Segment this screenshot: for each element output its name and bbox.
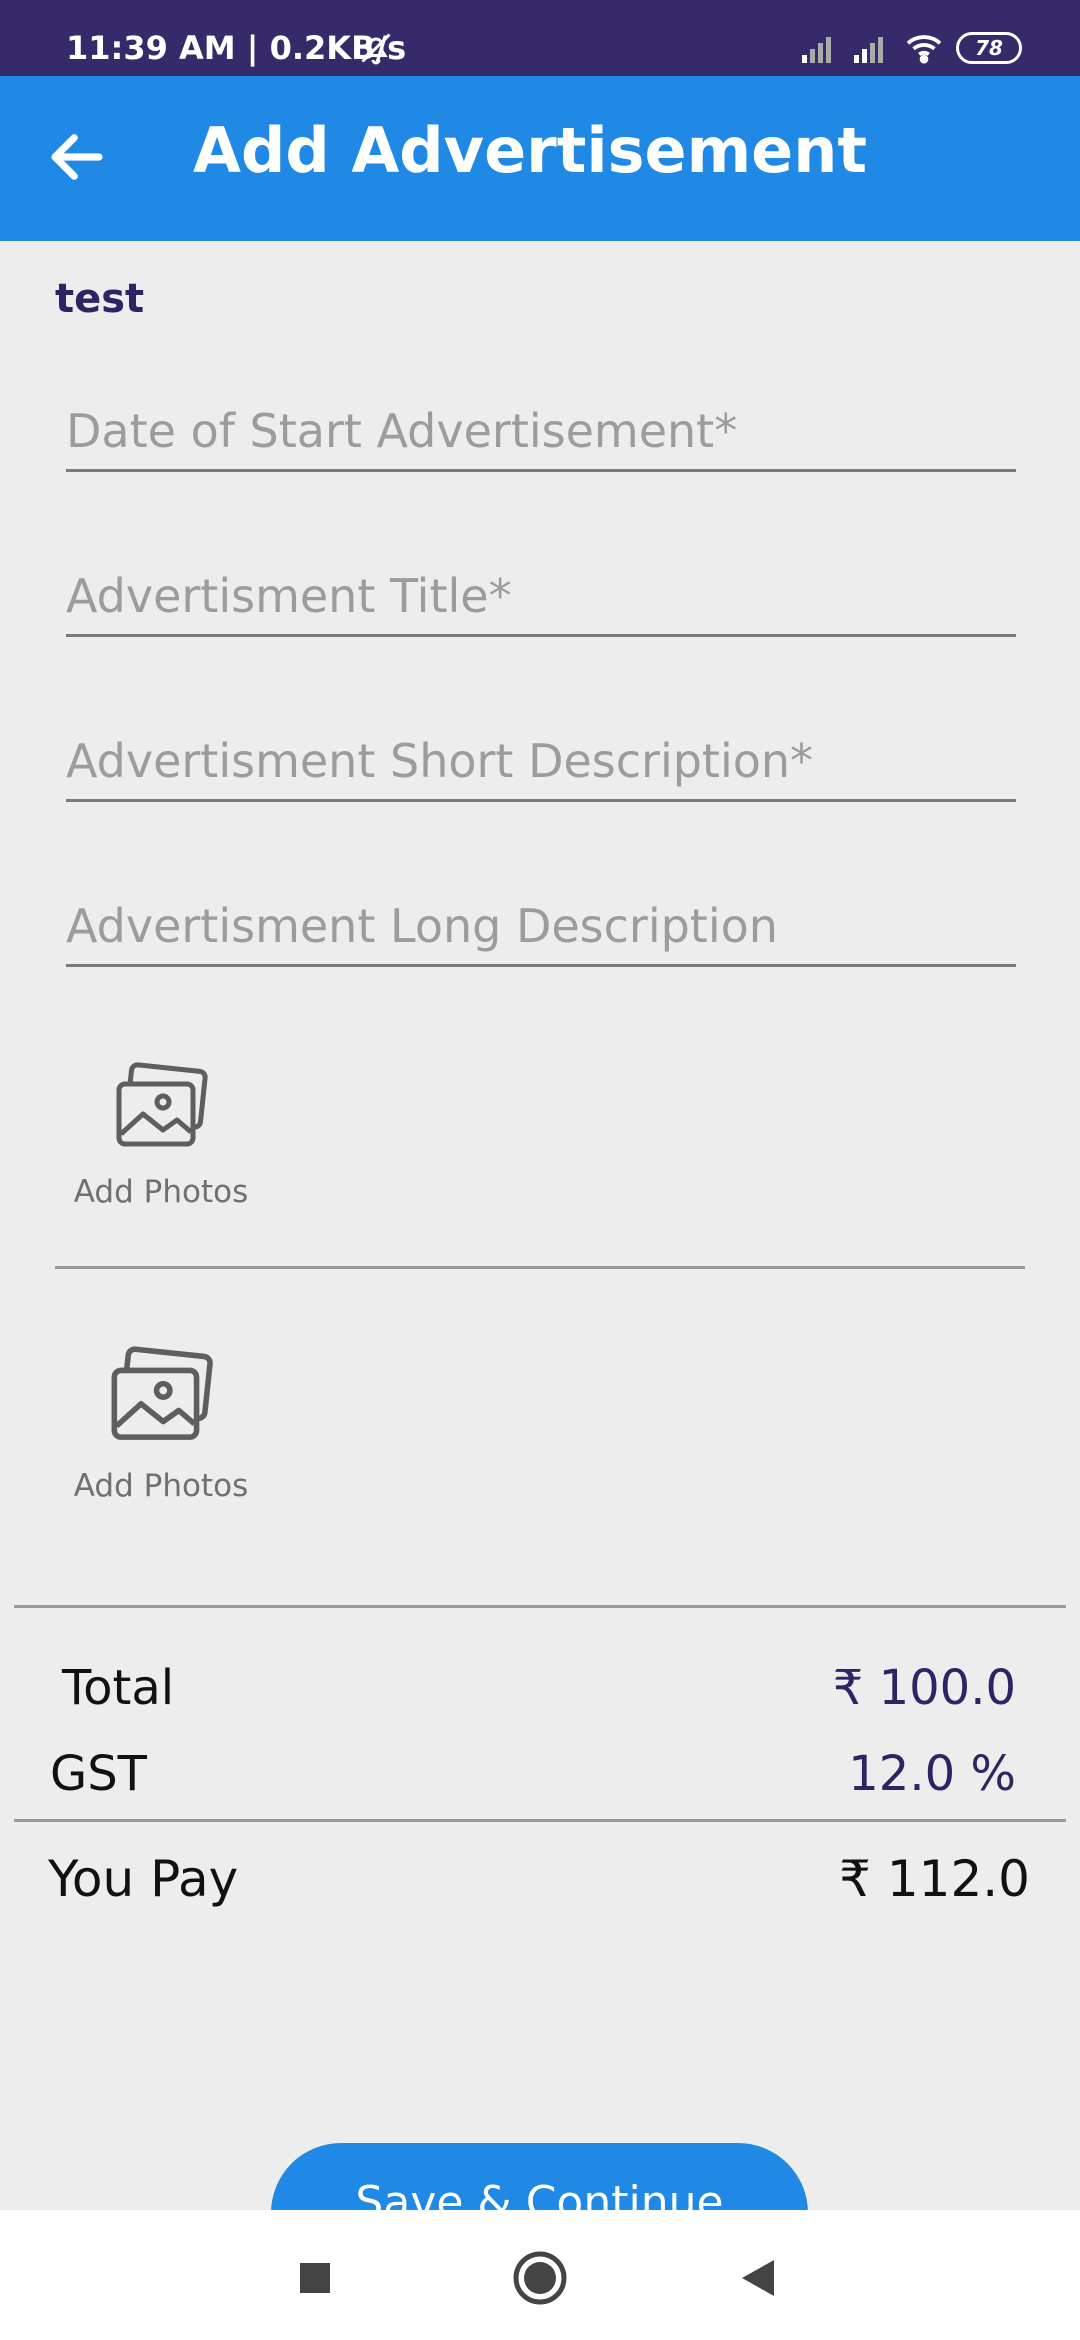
total-value: ₹ 100.0 [832, 1660, 1016, 1716]
wifi-icon [906, 35, 942, 64]
title-input[interactable] [66, 557, 1016, 634]
status-bar: 11:39 AM | 0.2KB/s 78 [0, 0, 1080, 76]
you-pay-value: ₹ 112.0 [839, 1850, 1030, 1908]
image-stack-icon [116, 1062, 208, 1147]
divider [14, 1605, 1066, 1608]
signal-icon-1 [802, 37, 831, 63]
square-icon[interactable] [285, 2248, 345, 2308]
title-field[interactable] [66, 557, 1016, 637]
system-nav-bar [0, 2210, 1080, 2340]
add-photos-label-1: Add Photos [73, 1174, 249, 1210]
add-photos-label-2: Add Photos [73, 1468, 249, 1504]
gst-value: 12.0 % [848, 1746, 1016, 1802]
long-description-field[interactable] [66, 887, 1016, 967]
signal-icon-2 [854, 37, 883, 63]
bell-off-icon [361, 33, 391, 65]
app-bar: Add Advertisement [0, 76, 1080, 241]
user-label: test [55, 276, 145, 322]
divider [55, 1266, 1025, 1269]
short-description-input[interactable] [66, 722, 1016, 799]
circle-icon[interactable] [510, 2248, 570, 2308]
total-label: Total [62, 1660, 175, 1716]
you-pay-label: You Pay [48, 1850, 239, 1908]
start-date-field[interactable] [66, 392, 1016, 472]
divider [14, 1819, 1066, 1822]
battery-icon: 78 [956, 32, 1022, 64]
add-photos-button-1[interactable]: Add Photos [66, 1062, 256, 1210]
triangle-left-icon[interactable] [730, 2248, 790, 2308]
status-icons: 78 [800, 30, 1022, 66]
you-pay-row: You Pay ₹ 112.0 [0, 1850, 1080, 1920]
image-stack-icon [111, 1346, 213, 1440]
status-time-speed: 11:39 AM | 0.2KB/s [66, 29, 407, 67]
long-description-input[interactable] [66, 887, 1016, 964]
gst-label: GST [50, 1746, 147, 1802]
total-row: Total ₹ 100.0 [0, 1660, 1080, 1730]
add-photos-button-2[interactable]: Add Photos [66, 1346, 256, 1504]
page-title: Add Advertisement [192, 114, 867, 187]
gst-row: GST 12.0 % [0, 1746, 1080, 1816]
start-date-input[interactable] [66, 392, 1016, 469]
short-description-field[interactable] [66, 722, 1016, 802]
